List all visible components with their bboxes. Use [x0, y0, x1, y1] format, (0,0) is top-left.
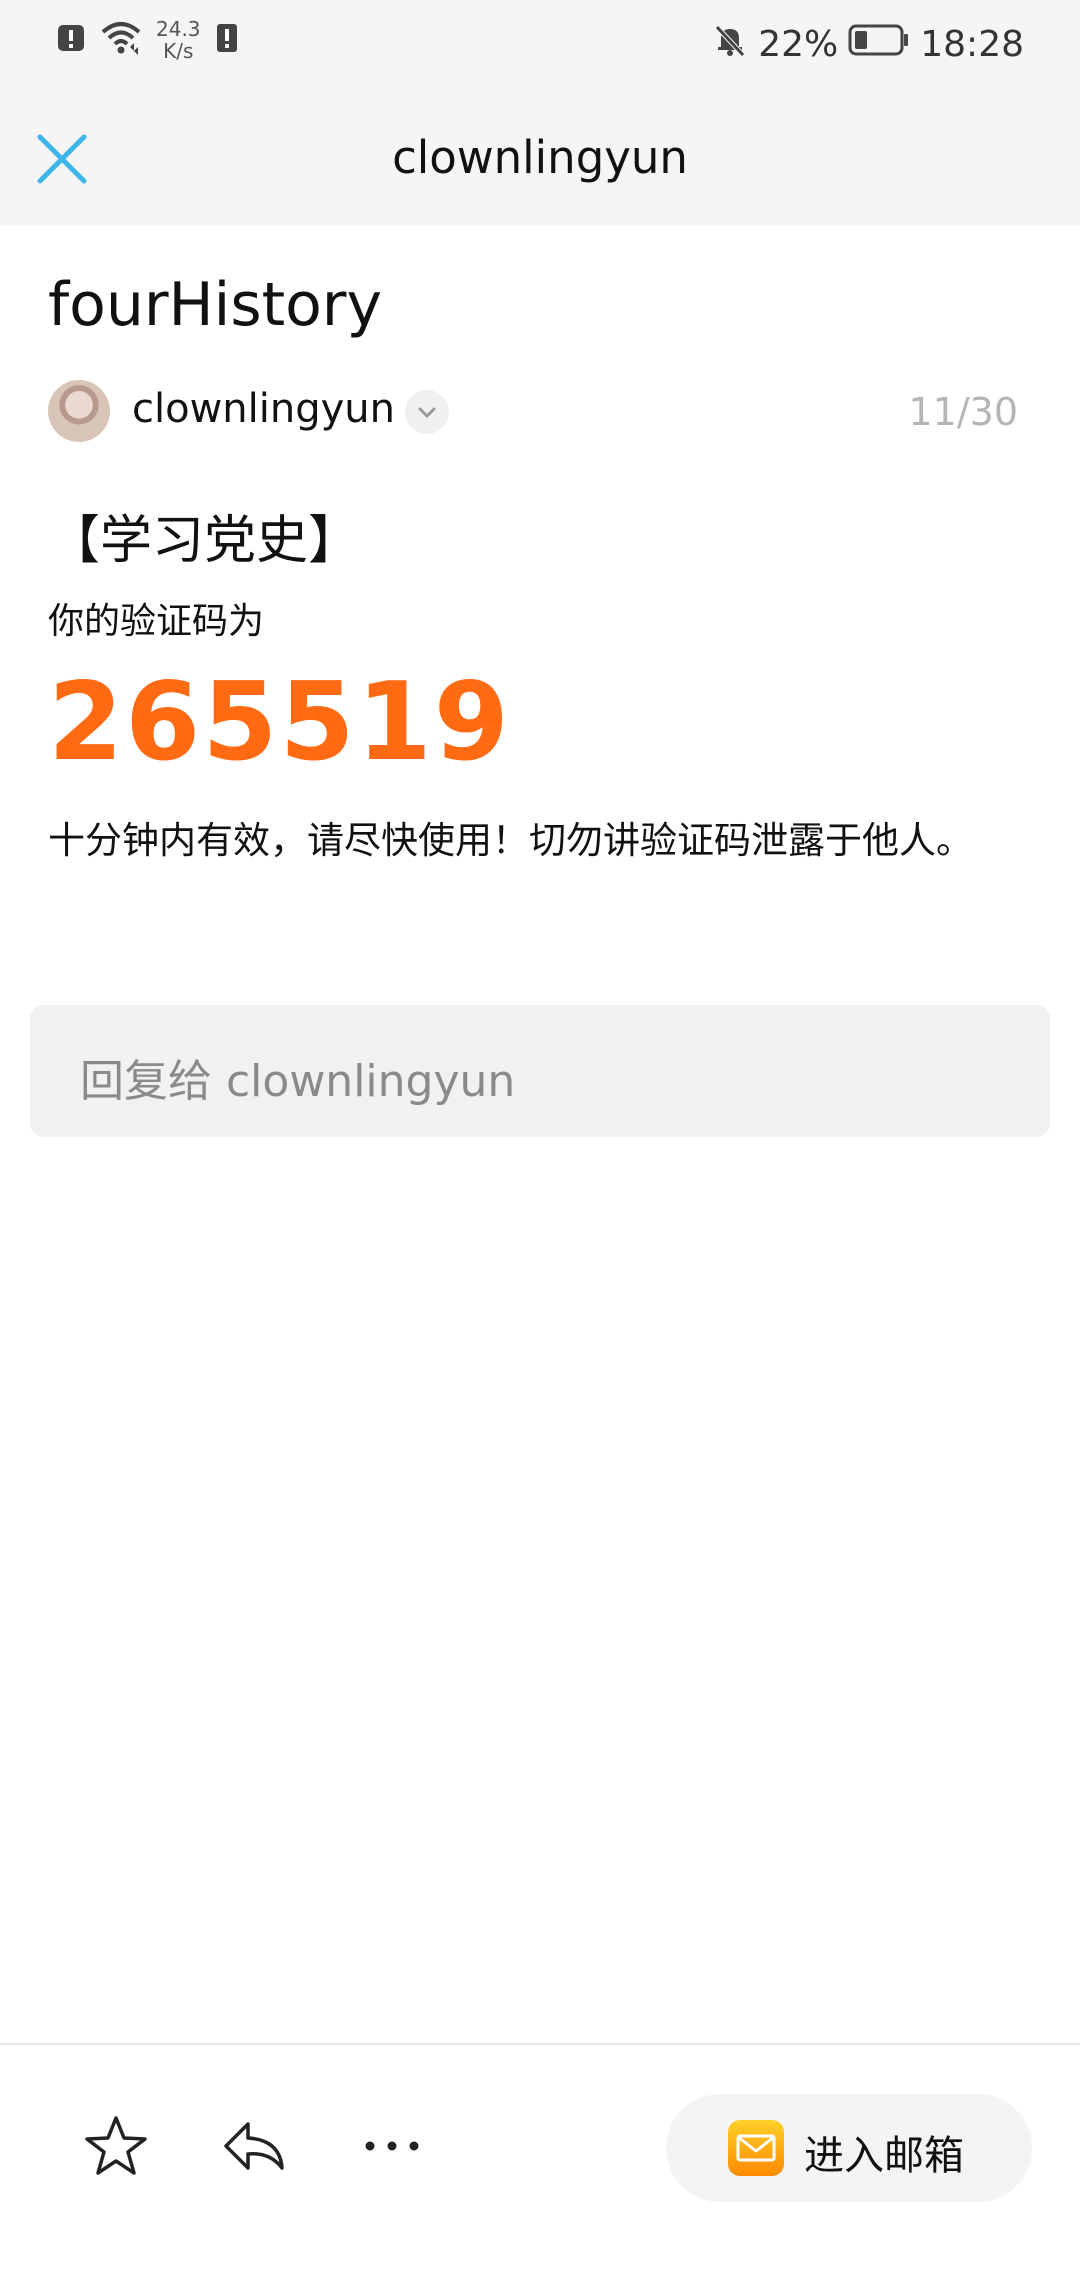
sender-name[interactable]: clownlingyun	[132, 386, 395, 432]
mailbox-icon	[726, 2118, 786, 2178]
mail-counter: 11/30	[908, 390, 1018, 434]
wifi-icon	[100, 20, 142, 60]
battery-percent: 22%	[758, 24, 839, 65]
favorite-button[interactable]	[80, 2110, 152, 2182]
title-bar: clownlingyun	[0, 95, 1080, 225]
avatar[interactable]	[48, 380, 110, 442]
page-title: clownlingyun	[392, 131, 688, 184]
more-icon	[365, 2141, 419, 2151]
status-bar: 24.3 K/s 22% 18:28	[0, 0, 1080, 95]
status-left: 24.3 K/s	[56, 18, 239, 62]
alert-icon	[56, 23, 86, 57]
expand-details-button[interactable]	[405, 390, 449, 434]
reply-button[interactable]	[218, 2110, 290, 2182]
mail-detail-screen: 24.3 K/s 22% 18:28 clownlingyun fourHist…	[0, 0, 1080, 2280]
enter-mailbox-label: 进入邮箱	[804, 2133, 964, 2179]
sender-row: clownlingyun 11/30	[48, 380, 1018, 444]
network-speed-value: 24.3	[156, 17, 201, 41]
toolbar-divider	[0, 2043, 1080, 2045]
reply-placeholder: 回复给 clownlingyun	[80, 1056, 516, 1107]
sim-alert-icon	[215, 22, 239, 58]
clock: 18:28	[920, 24, 1024, 65]
chevron-down-icon	[418, 407, 436, 418]
reply-icon	[224, 2122, 284, 2170]
body-heading: 【学习党史】	[48, 511, 361, 571]
network-speed: 24.3 K/s	[156, 18, 201, 62]
bell-off-icon	[712, 22, 748, 67]
mail-subject: fourHistory	[48, 270, 382, 340]
verification-code: 265519	[48, 660, 511, 785]
star-icon	[85, 2116, 147, 2175]
more-button[interactable]	[356, 2110, 428, 2182]
body-text-notice: 十分钟内有效，请尽快使用！切勿讲验证码泄露于他人。	[48, 819, 973, 862]
battery-icon	[848, 24, 910, 65]
reply-input[interactable]: 回复给 clownlingyun	[30, 1005, 1050, 1137]
status-right: 22% 18:28	[712, 22, 1024, 67]
body-text-intro: 你的验证码为	[48, 601, 265, 642]
enter-mailbox-button[interactable]: 进入邮箱	[666, 2094, 1032, 2202]
network-speed-unit: K/s	[163, 39, 194, 63]
